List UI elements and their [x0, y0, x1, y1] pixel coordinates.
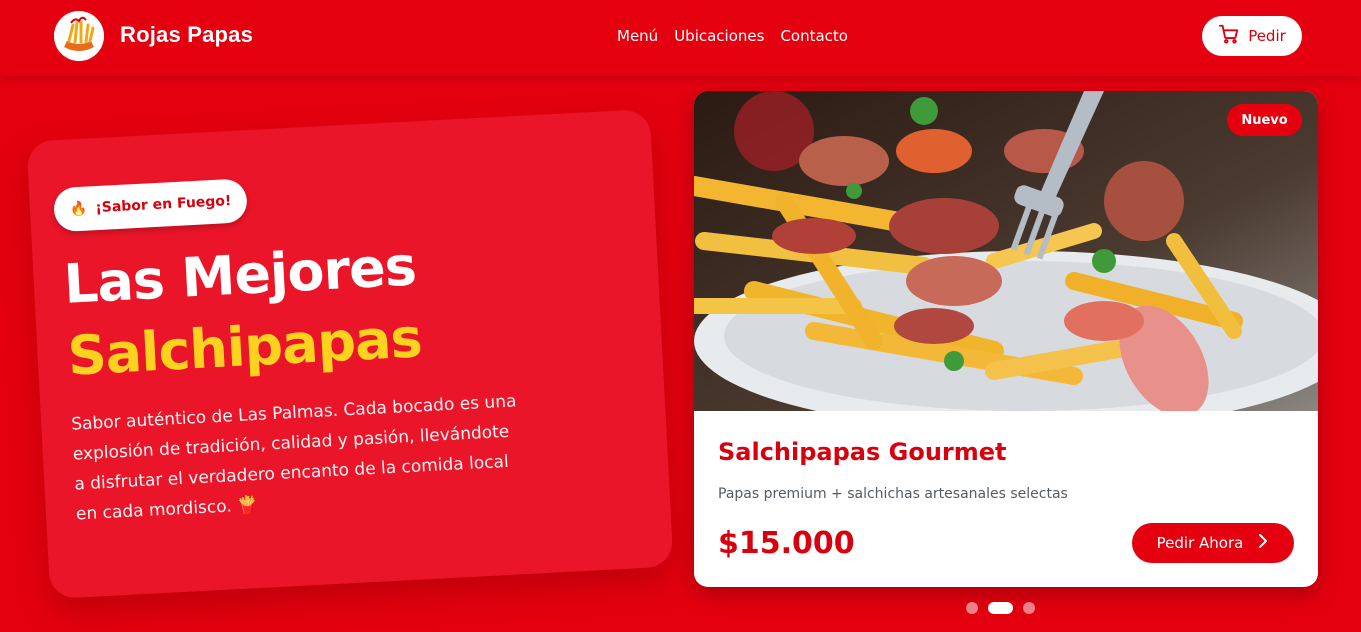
- hero-title-line1: Las Mejores: [62, 234, 418, 316]
- nav-link-ubicaciones[interactable]: Ubicaciones: [674, 27, 764, 45]
- product-name: Salchipapas Gourmet: [718, 438, 1007, 466]
- carousel-dot-3[interactable]: [1023, 602, 1035, 614]
- carousel-dot-1[interactable]: [966, 602, 978, 614]
- hero-badge-label: ¡Sabor en Fuego!: [95, 193, 232, 217]
- nav-link-menu[interactable]: Menú: [617, 27, 658, 45]
- new-badge: Nuevo: [1227, 104, 1302, 136]
- order-button[interactable]: Pedir: [1202, 16, 1302, 56]
- product-price: $15.000: [718, 526, 855, 561]
- order-now-label: Pedir Ahora: [1156, 534, 1244, 552]
- hero-title-line2: Salchipapas: [66, 306, 424, 388]
- carousel-dot-2[interactable]: [988, 602, 1013, 614]
- brand-name[interactable]: Rojas Papas: [120, 22, 253, 48]
- product-image: [694, 91, 1318, 431]
- fire-icon: 🔥: [69, 200, 88, 218]
- product-card[interactable]: Nuevo Salchipapas Gourmet Papas premium …: [694, 91, 1318, 587]
- main-nav: Menú Ubicaciones Contacto: [617, 27, 848, 45]
- hero-description: Sabor auténtico de Las Palmas. Cada boca…: [70, 391, 517, 525]
- chevron-right-icon: [1257, 534, 1269, 552]
- product-description: Papas premium + salchichas artesanales s…: [718, 486, 1068, 502]
- site-header: Rojas Papas Menú Ubicaciones Contacto Pe…: [0, 0, 1361, 76]
- hero-card: 🔥 ¡Sabor en Fuego! Las Mejores Salchipap…: [26, 108, 674, 600]
- brand-logo[interactable]: [54, 11, 104, 61]
- carousel-dots: [966, 602, 1035, 614]
- hero-badge: 🔥 ¡Sabor en Fuego!: [52, 178, 249, 233]
- order-now-button[interactable]: Pedir Ahora: [1132, 523, 1294, 563]
- nav-link-contacto[interactable]: Contacto: [780, 27, 848, 45]
- order-button-label: Pedir: [1248, 27, 1286, 45]
- cart-icon: [1218, 23, 1240, 49]
